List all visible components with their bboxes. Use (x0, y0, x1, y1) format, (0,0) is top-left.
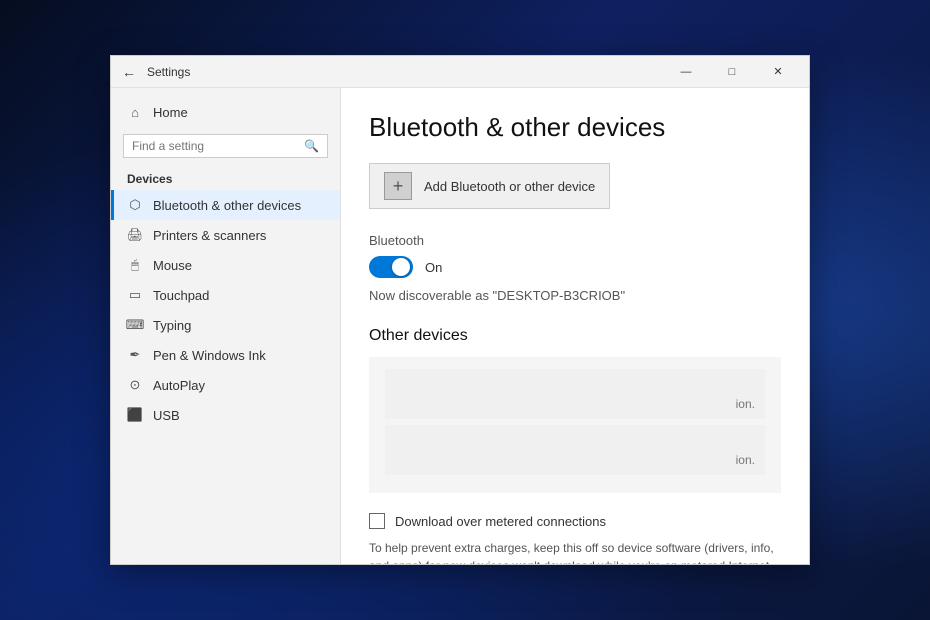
sidebar-item-printers[interactable]: 🖨 Printers & scanners (111, 220, 340, 250)
sidebar-item-pen-label: Pen & Windows Ink (153, 348, 266, 363)
sidebar-item-typing-label: Typing (153, 318, 191, 333)
bluetooth-toggle-label: On (425, 260, 442, 275)
window-title: Settings (147, 65, 663, 79)
search-box[interactable]: 🔍 (123, 134, 328, 158)
search-icon: 🔍 (304, 139, 319, 153)
discoverable-text: Now discoverable as "DESKTOP-B3CRIOB" (369, 288, 781, 303)
sidebar-item-usb-label: USB (153, 408, 180, 423)
device-card-2[interactable]: ion. (385, 425, 765, 475)
sidebar-home-label: Home (153, 105, 188, 120)
usb-icon: ⬛ (127, 407, 143, 423)
add-device-label: Add Bluetooth or other device (424, 179, 595, 194)
settings-window: Settings ⌂ Home 🔍 Devices ⬡ Bluetooth & … (110, 55, 810, 565)
other-devices-area: ion. ion. (369, 357, 781, 493)
back-button[interactable] (119, 62, 139, 82)
mouse-icon: 🖱 (127, 257, 143, 273)
download-checkbox-label: Download over metered connections (395, 514, 606, 529)
bluetooth-icon: ⬡ (127, 197, 143, 213)
device-partial-text-2: ion. (736, 453, 755, 467)
sidebar-item-typing[interactable]: ⌨ Typing (111, 310, 340, 340)
other-devices-title: Other devices (369, 327, 781, 345)
sidebar-item-mouse[interactable]: 🖱 Mouse (111, 250, 340, 280)
sidebar-item-bluetooth-label: Bluetooth & other devices (153, 198, 301, 213)
sidebar-item-bluetooth[interactable]: ⬡ Bluetooth & other devices (111, 190, 340, 220)
sidebar-item-home[interactable]: ⌂ Home (111, 96, 340, 128)
add-icon: + (384, 172, 412, 200)
pen-icon: ✒ (127, 347, 143, 363)
bluetooth-toggle[interactable] (369, 256, 413, 278)
sidebar-item-autoplay-label: AutoPlay (153, 378, 205, 393)
typing-icon: ⌨ (127, 317, 143, 333)
sidebar-item-pen[interactable]: ✒ Pen & Windows Ink (111, 340, 340, 370)
home-icon: ⌂ (127, 104, 143, 120)
search-input[interactable] (132, 139, 298, 153)
bluetooth-section-label: Bluetooth (369, 233, 781, 248)
add-device-button[interactable]: + Add Bluetooth or other device (369, 163, 610, 209)
titlebar: Settings (111, 56, 809, 88)
main-content: Bluetooth & other devices + Add Bluetoot… (341, 88, 809, 564)
printer-icon: 🖨 (127, 227, 143, 243)
maximize-button[interactable] (709, 56, 755, 88)
device-card-1[interactable]: ion. (385, 369, 765, 419)
device-partial-text-1: ion. (736, 397, 755, 411)
minimize-button[interactable] (663, 56, 709, 88)
sidebar-item-touchpad[interactable]: ▭ Touchpad (111, 280, 340, 310)
sidebar: ⌂ Home 🔍 Devices ⬡ Bluetooth & other dev… (111, 88, 341, 564)
autoplay-icon: ⊙ (127, 377, 143, 393)
download-checkbox-row[interactable]: Download over metered connections (369, 513, 781, 529)
maximize-icon (729, 66, 736, 78)
window-controls (663, 56, 801, 88)
sidebar-item-touchpad-label: Touchpad (153, 288, 209, 303)
sidebar-item-autoplay[interactable]: ⊙ AutoPlay (111, 370, 340, 400)
download-checkbox[interactable] (369, 513, 385, 529)
sidebar-item-printers-label: Printers & scanners (153, 228, 266, 243)
page-title: Bluetooth & other devices (369, 112, 781, 143)
close-button[interactable] (755, 56, 801, 88)
sidebar-item-usb[interactable]: ⬛ USB (111, 400, 340, 430)
window-body: ⌂ Home 🔍 Devices ⬡ Bluetooth & other dev… (111, 88, 809, 564)
bluetooth-toggle-row: On (369, 256, 781, 278)
close-icon (773, 65, 782, 78)
sidebar-section-label: Devices (111, 164, 340, 190)
download-help-text: To help prevent extra charges, keep this… (369, 539, 781, 564)
sidebar-item-mouse-label: Mouse (153, 258, 192, 273)
toggle-knob (392, 258, 410, 276)
minimize-icon (681, 66, 692, 78)
touchpad-icon: ▭ (127, 287, 143, 303)
